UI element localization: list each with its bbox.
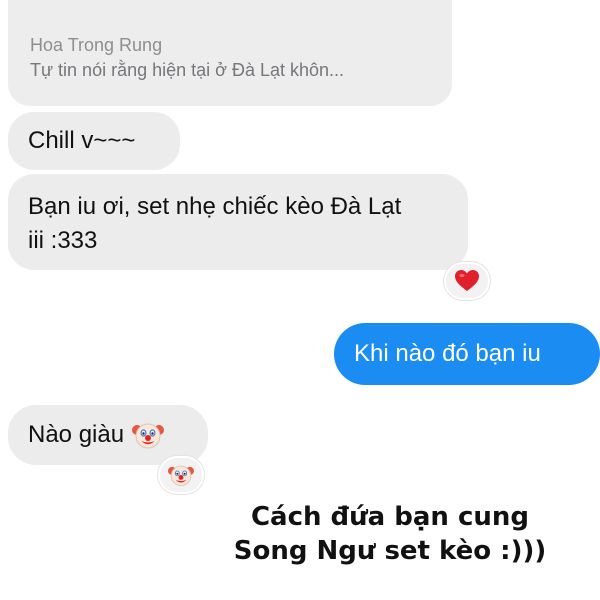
- message-text: Khi nào đó bạn iu: [354, 340, 541, 367]
- message-text-line: Bạn iu ơi, set nhẹ chiếc kèo Đà Lạt: [28, 193, 402, 220]
- heart-reaction[interactable]: [444, 262, 490, 300]
- caption-line: Song Ngư set kèo :))): [233, 536, 547, 566]
- quoted-message-text: Tự tin nói rằng hiện tại ở Đà Lạt khôn..…: [30, 60, 345, 80]
- caption: Cách đứa bạn cung Song Ngư set kèo :))): [180, 500, 600, 568]
- quoted-sender-name: Hoa Trong Rung: [30, 35, 163, 55]
- message-text: Nào giàu: [28, 421, 125, 448]
- clown-face-icon: [168, 462, 194, 488]
- heart-icon: [454, 269, 480, 293]
- clown-reaction[interactable]: [158, 456, 204, 494]
- caption-line: Cách đứa bạn cung: [250, 502, 530, 532]
- received-message-bubble[interactable]: Chill v~~~: [8, 112, 180, 170]
- message-text: Chill v~~~: [28, 127, 136, 154]
- clown-face-icon: [132, 419, 165, 451]
- quoted-reply-bubble[interactable]: Hoa Trong Rung Tự tin nói rằng hiện tại …: [8, 0, 452, 106]
- sent-message-bubble[interactable]: Khi nào đó bạn iu: [334, 323, 600, 385]
- message-text-line: iii :333: [28, 227, 98, 254]
- received-message-bubble[interactable]: Bạn iu ơi, set nhẹ chiếc kèo Đà Lạt iii …: [8, 174, 468, 270]
